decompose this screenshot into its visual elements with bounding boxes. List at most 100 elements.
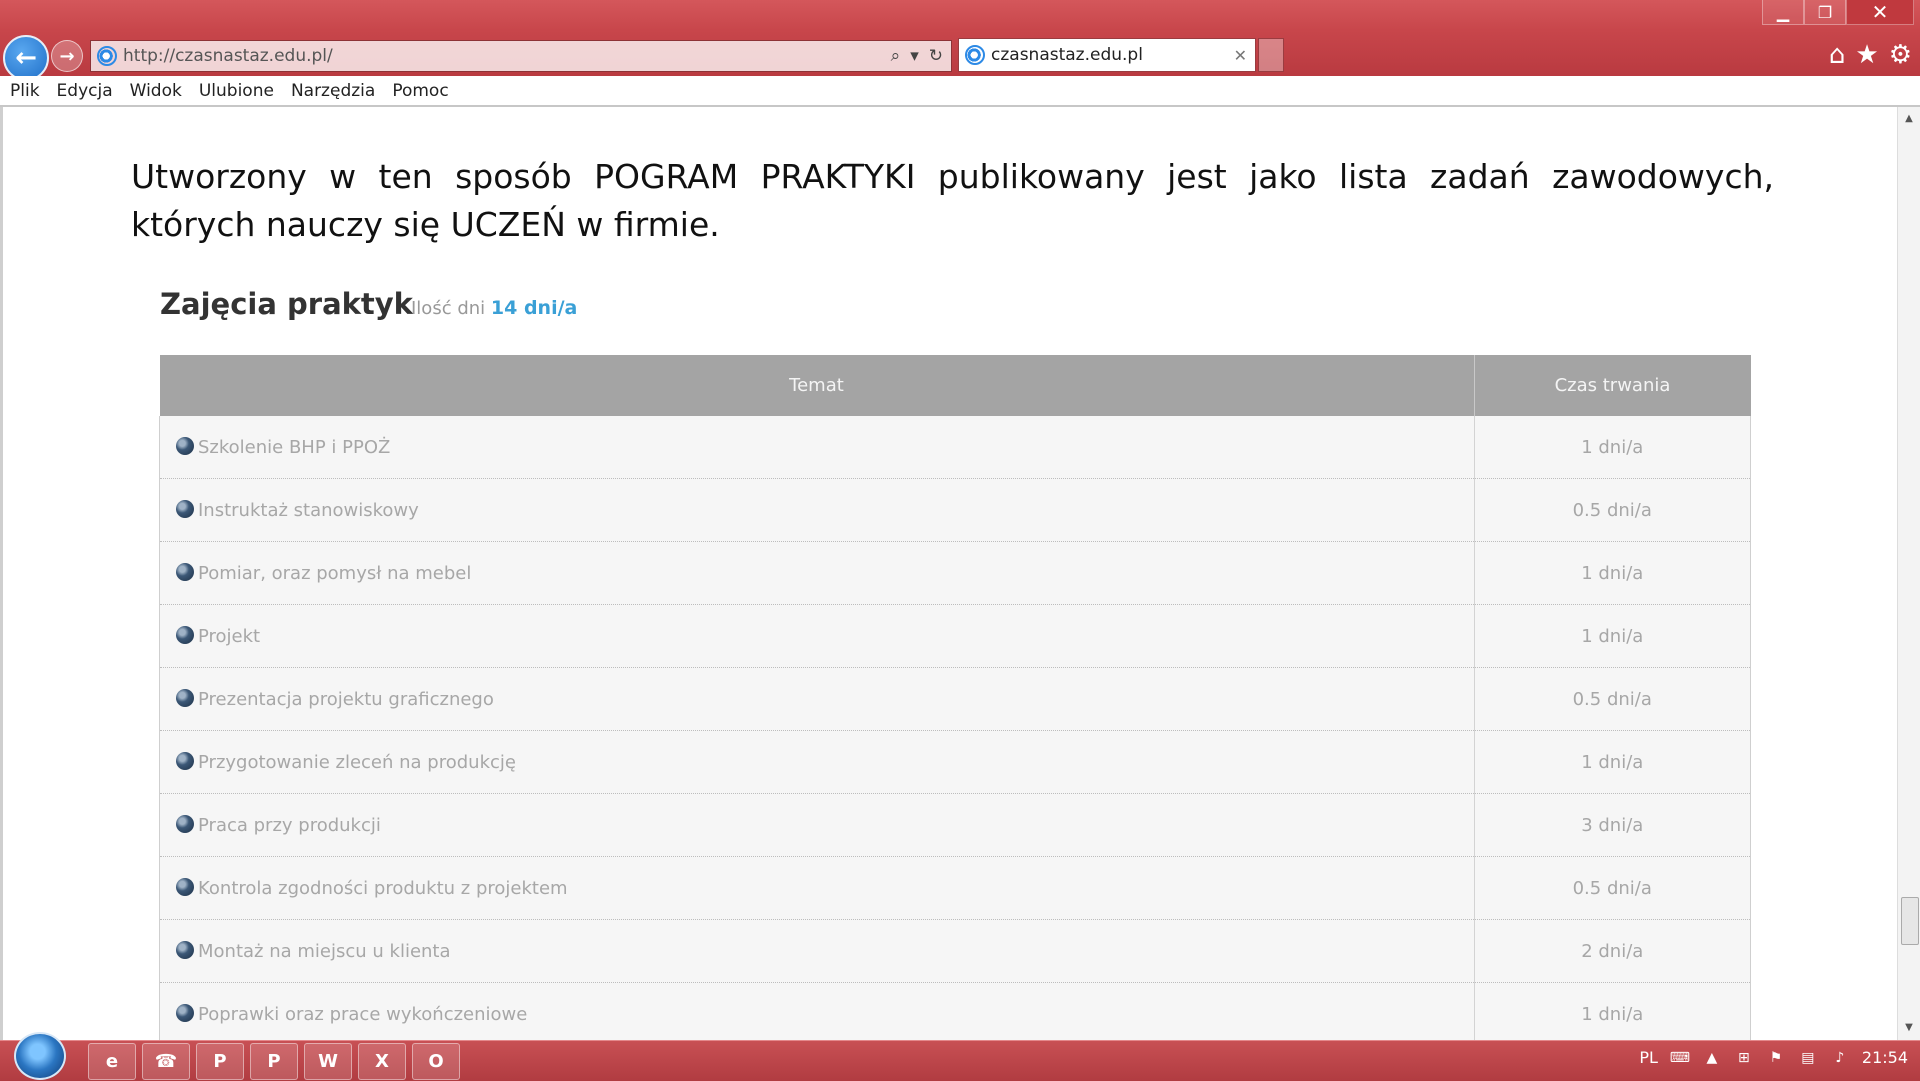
topic-text: Montaż na miejscu u klienta <box>198 940 451 962</box>
table-row: Instruktaż stanowiskowy 0.5 dni/a <box>159 478 1751 542</box>
scroll-down-arrow-icon[interactable]: ▼ <box>1898 1018 1920 1038</box>
scroll-up-arrow-icon[interactable]: ▲ <box>1898 109 1920 129</box>
duration-cell: 0.5 dni/a <box>1474 478 1751 542</box>
duration-cell: 1 dni/a <box>1474 604 1751 668</box>
keyboard-icon[interactable]: ⌨ <box>1670 1049 1690 1067</box>
table-header-row: Temat Czas trwania <box>159 355 1751 416</box>
excel-icon[interactable]: X <box>358 1043 406 1080</box>
outlook-contacts-icon[interactable]: ☎ <box>142 1043 190 1080</box>
practice-table: Temat Czas trwania Szkolenie BHP i PPOŻ … <box>159 355 1751 1040</box>
show-hidden-icons-icon[interactable]: ▲ <box>1702 1049 1722 1067</box>
days-summary: Ilość dni 14 dni/a <box>411 297 577 319</box>
tab-favicon-icon <box>965 45 985 65</box>
windows-flag-icon[interactable]: ⊞ <box>1734 1049 1754 1067</box>
topic-text: Kontrola zgodności produktu z projektem <box>198 877 568 899</box>
duration-cell: 1 dni/a <box>1474 982 1751 1040</box>
tab-close-icon[interactable]: ✕ <box>1234 46 1247 65</box>
toolbar-icons: ⌂ ★ ⚙ <box>1829 40 1912 70</box>
table-row: Montaż na miejscu u klienta 2 dni/a <box>159 919 1751 983</box>
topic-text: Przygotowanie zleceń na produkcję <box>198 751 516 773</box>
window-controls: ▁ ❐ ✕ <box>1762 0 1914 25</box>
language-indicator[interactable]: PL <box>1639 1048 1658 1067</box>
intro-paragraph: Utworzony w ten sposób POGRAM PRAKTYKI p… <box>131 157 1774 244</box>
browser-tab[interactable]: czasnastaz.edu.pl ✕ <box>958 38 1256 72</box>
days-label: Ilość dni <box>411 298 486 319</box>
section-title: Zajęcia praktyk <box>160 287 413 321</box>
outlook-icon[interactable]: O <box>412 1043 460 1080</box>
browser-chrome: ▁ ❐ ✕ ← → http://czasnastaz.edu.pl/ ⌕ ▾ … <box>0 0 1920 81</box>
system-tray: PL ⌨ ▲ ⊞ ⚑ ▤ ♪ 21:54 <box>1639 1048 1908 1067</box>
bullet-icon <box>176 877 194 896</box>
internet-explorer-icon[interactable]: e <box>88 1043 136 1080</box>
topic-text: Prezentacja projektu graficznego <box>198 688 494 710</box>
table-row: Kontrola zgodności produktu z projektem … <box>159 856 1751 920</box>
page-viewport: Utworzony w ten sposób POGRAM PRAKTYKI p… <box>0 107 1898 1040</box>
days-value: 14 dni/a <box>490 297 578 319</box>
duration-cell: 1 dni/a <box>1474 730 1751 794</box>
topic-text: Instruktaż stanowiskowy <box>198 499 419 521</box>
address-bar[interactable]: http://czasnastaz.edu.pl/ ⌕ ▾ ↻ <box>90 40 952 72</box>
duration-cell: 3 dni/a <box>1474 793 1751 857</box>
bullet-icon <box>176 1003 194 1022</box>
table-row: Szkolenie BHP i PPOŻ 1 dni/a <box>159 416 1751 479</box>
url-text[interactable]: http://czasnastaz.edu.pl/ <box>123 46 333 66</box>
table-row: Poprawki oraz prace wykończeniowe 1 dni/… <box>159 982 1751 1040</box>
favorites-star-icon[interactable]: ★ <box>1855 40 1878 70</box>
gear-icon[interactable]: ⚙ <box>1889 40 1912 70</box>
topic-cell: Prezentacja projektu graficznego <box>159 667 1475 731</box>
menu-bar: Plik Edycja Widok Ulubione Narzędzia Pom… <box>0 76 1920 107</box>
duration-cell: 1 dni/a <box>1474 416 1751 479</box>
topic-text: Poprawki oraz prace wykończeniowe <box>198 1003 528 1025</box>
arrow-left-icon: ← <box>15 43 37 73</box>
duration-cell: 0.5 dni/a <box>1474 856 1751 920</box>
table-row: Praca przy produkcji 3 dni/a <box>159 793 1751 857</box>
topic-cell: Praca przy produkcji <box>159 793 1475 857</box>
topic-text: Projekt <box>198 625 261 647</box>
start-button[interactable] <box>14 1032 66 1080</box>
menu-edit[interactable]: Edycja <box>57 81 113 101</box>
action-center-flag-icon[interactable]: ⚑ <box>1766 1049 1786 1067</box>
dropdown-icon[interactable]: ▾ <box>910 46 919 66</box>
menu-tools[interactable]: Narzędzia <box>291 81 375 101</box>
menu-view[interactable]: Widok <box>130 81 182 101</box>
table-row: Prezentacja projektu graficznego 0.5 dni… <box>159 667 1751 731</box>
bullet-icon <box>176 751 194 770</box>
arrow-right-icon: → <box>59 45 75 67</box>
search-icon[interactable]: ⌕ <box>891 46 901 66</box>
restore-button[interactable]: ❐ <box>1804 0 1846 25</box>
topic-cell: Montaż na miejscu u klienta <box>159 919 1475 983</box>
header-duration: Czas trwania <box>1474 355 1751 416</box>
bullet-icon <box>176 562 194 581</box>
bullet-icon <box>176 688 194 707</box>
volume-muted-icon[interactable]: ♪ <box>1830 1049 1850 1067</box>
topic-cell: Projekt <box>159 604 1475 668</box>
powerpoint-icon[interactable]: P <box>250 1043 298 1080</box>
menu-file[interactable]: Plik <box>10 81 40 101</box>
menu-help[interactable]: Pomoc <box>392 81 448 101</box>
topic-cell: Pomiar, oraz pomysł na mebel <box>159 541 1475 605</box>
duration-cell: 0.5 dni/a <box>1474 667 1751 731</box>
back-button[interactable]: ← <box>3 35 49 81</box>
internet-explorer-icon <box>97 46 117 66</box>
menu-favorites[interactable]: Ulubione <box>199 81 274 101</box>
close-window-button[interactable]: ✕ <box>1846 0 1914 25</box>
topic-cell: Poprawki oraz prace wykończeniowe <box>159 982 1475 1040</box>
word-icon[interactable]: W <box>304 1043 352 1080</box>
bullet-icon <box>176 625 194 644</box>
clock[interactable]: 21:54 <box>1862 1048 1908 1067</box>
bullet-icon <box>176 814 194 833</box>
scrollbar-thumb[interactable] <box>1901 897 1919 945</box>
home-icon[interactable]: ⌂ <box>1829 40 1846 70</box>
minimize-button[interactable]: ▁ <box>1762 0 1804 25</box>
vertical-scrollbar[interactable]: ▲ ▼ <box>1897 107 1920 1040</box>
new-tab-button[interactable] <box>1258 38 1284 72</box>
refresh-icon[interactable]: ↻ <box>929 46 943 66</box>
topic-text: Pomiar, oraz pomysł na mebel <box>198 562 472 584</box>
duration-cell: 2 dni/a <box>1474 919 1751 983</box>
address-actions: ⌕ ▾ ↻ <box>891 46 951 66</box>
topic-cell: Przygotowanie zleceń na produkcję <box>159 730 1475 794</box>
network-icon[interactable]: ▤ <box>1798 1049 1818 1067</box>
table-row: Przygotowanie zleceń na produkcję 1 dni/… <box>159 730 1751 794</box>
publisher-icon[interactable]: P <box>196 1043 244 1080</box>
forward-button[interactable]: → <box>51 40 83 72</box>
